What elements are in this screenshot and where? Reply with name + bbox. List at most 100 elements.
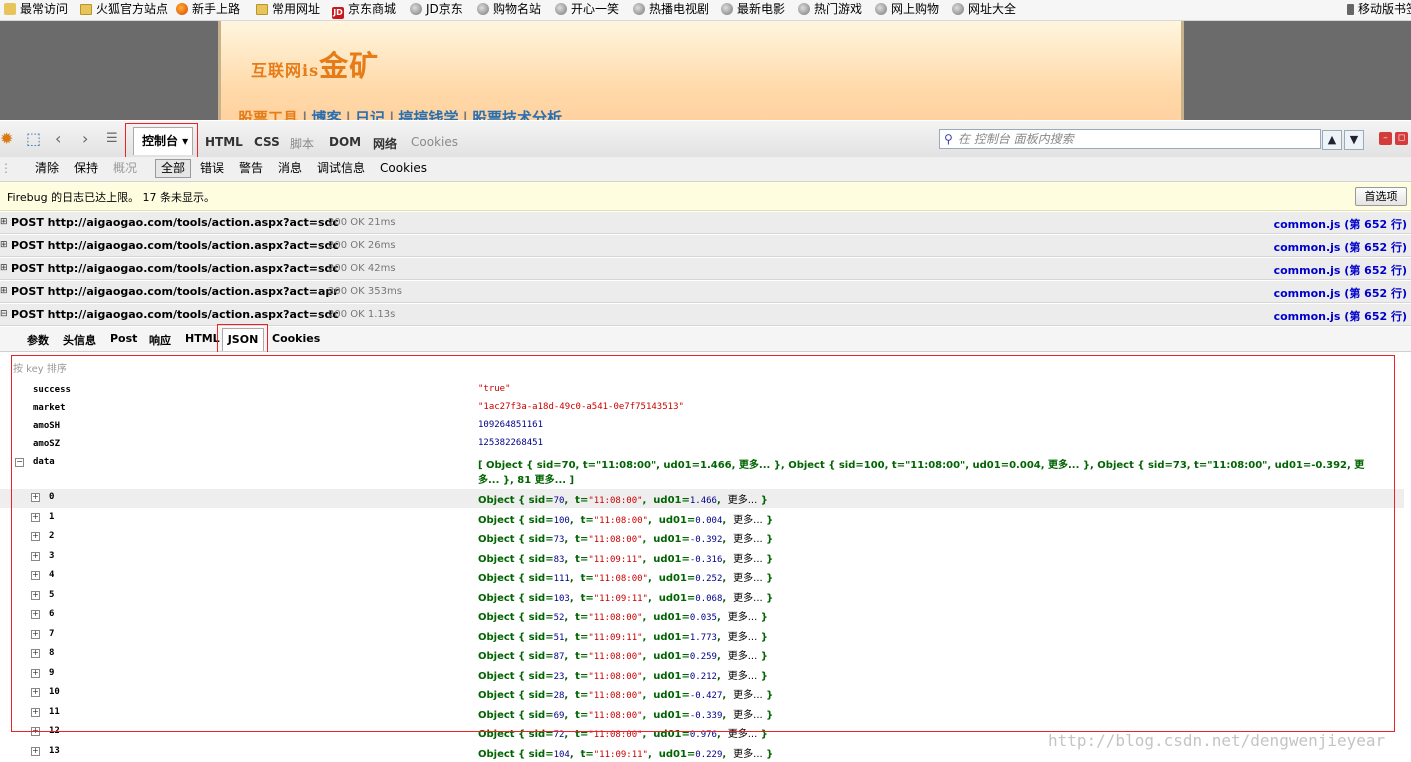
json-array-item[interactable]: +5 Object { sid=103, t="11:09:11", ud01=0… bbox=[0, 587, 1404, 606]
bookmark-tv-series[interactable]: 热播电视剧 bbox=[633, 0, 709, 20]
json-array-item[interactable]: +9 Object { sid=23, t="11:08:00", ud01=0.… bbox=[0, 665, 1404, 684]
bookmark-most-visited[interactable]: 最常访问 bbox=[4, 0, 68, 20]
data-summary-line1[interactable]: [ Object { sid=70, t="11:08:00", ud01=1.… bbox=[478, 456, 1398, 471]
json-object-summary[interactable]: Object { sid=51, t="11:09:11", ud01=1.77… bbox=[478, 628, 768, 643]
filter-cookies-button[interactable]: Cookies bbox=[380, 160, 427, 177]
request-row[interactable]: ⊞ POST http://aigaogao.com/tools/action.a… bbox=[0, 281, 1411, 303]
request-row[interactable]: ⊞ POST http://aigaogao.com/tools/action.a… bbox=[0, 212, 1411, 234]
expand-toggle-icon[interactable]: + bbox=[31, 649, 40, 658]
json-array-item[interactable]: +1 Object { sid=100, t="11:08:00", ud01=0… bbox=[0, 509, 1404, 528]
json-array-item[interactable]: +11 Object { sid=69, t="11:08:00", ud01=-… bbox=[0, 704, 1404, 723]
json-object-summary[interactable]: Object { sid=83, t="11:09:11", ud01=-0.3… bbox=[478, 550, 773, 565]
expand-toggle-icon[interactable]: + bbox=[31, 688, 40, 697]
tab-script[interactable]: 脚本 bbox=[290, 135, 314, 152]
json-array-item[interactable]: +10 Object { sid=28, t="11:08:00", ud01=-… bbox=[0, 684, 1404, 703]
json-object-summary[interactable]: Object { sid=87, t="11:08:00", ud01=0.25… bbox=[478, 647, 768, 662]
request-row[interactable]: ⊞ POST http://aigaogao.com/tools/action.a… bbox=[0, 258, 1411, 280]
source-link[interactable]: common.js (第 652 行) bbox=[1274, 262, 1407, 278]
source-link[interactable]: common.js (第 652 行) bbox=[1274, 239, 1407, 255]
expand-toggle-icon[interactable]: + bbox=[31, 610, 40, 619]
site-logo[interactable]: 互联网is金矿 bbox=[251, 43, 379, 85]
tab-response-html[interactable]: HTML bbox=[185, 332, 220, 345]
persist-button[interactable]: 保持 bbox=[74, 160, 98, 177]
bookmark-mobile[interactable]: 移动版书签 bbox=[1347, 0, 1411, 20]
collapse-icon[interactable]: ⊟ bbox=[0, 309, 8, 319]
json-object-summary[interactable]: Object { sid=104, t="11:09:11", ud01=0.2… bbox=[478, 745, 773, 760]
bookmark-site-directory[interactable]: 网址大全 bbox=[952, 0, 1016, 20]
expand-toggle-icon[interactable]: + bbox=[31, 493, 40, 502]
filter-debug-button[interactable]: 调试信息 bbox=[317, 160, 365, 177]
firebug-icon[interactable]: ✹ bbox=[0, 131, 13, 147]
expand-icon[interactable]: ⊞ bbox=[0, 286, 8, 296]
command-line-icon[interactable]: ☰ bbox=[106, 131, 118, 147]
tab-headers[interactable]: 头信息 bbox=[63, 332, 96, 348]
tab-response[interactable]: 响应 bbox=[149, 332, 171, 348]
site-nav-money[interactable]: 搞搞钱学 bbox=[399, 109, 459, 120]
json-array-item[interactable]: +0 Object { sid=70, t="11:08:00", ud01=1.… bbox=[0, 489, 1404, 508]
site-nav-diary[interactable]: 日记 bbox=[355, 109, 385, 120]
expand-toggle-icon[interactable]: + bbox=[31, 669, 40, 678]
bookmark-jokes[interactable]: 开心一笑 bbox=[555, 0, 619, 20]
json-object-summary[interactable]: Object { sid=28, t="11:08:00", ud01=-0.4… bbox=[478, 686, 773, 701]
expand-toggle-icon[interactable]: + bbox=[31, 552, 40, 561]
json-array-item[interactable]: +3 Object { sid=83, t="11:09:11", ud01=-0… bbox=[0, 548, 1404, 567]
site-nav-stock-tools[interactable]: 股票工具 bbox=[238, 109, 298, 120]
site-nav-tech-analysis[interactable]: 股票技术分析 bbox=[472, 109, 562, 120]
inspect-icon[interactable]: ⬚ bbox=[26, 131, 41, 147]
bookmark-jd-mall[interactable]: JD 京东商城 bbox=[332, 0, 396, 20]
sort-by-key-toggle[interactable]: 按 key 排序 bbox=[13, 360, 67, 375]
expand-icon[interactable]: ⊞ bbox=[0, 240, 8, 250]
expand-toggle-icon[interactable]: + bbox=[31, 571, 40, 580]
forward-icon[interactable]: › bbox=[82, 131, 88, 147]
expand-toggle-icon[interactable]: + bbox=[31, 708, 40, 717]
filter-all-button[interactable]: 全部 bbox=[155, 159, 192, 178]
tab-json[interactable]: JSON bbox=[222, 328, 264, 351]
json-object-summary[interactable]: Object { sid=69, t="11:08:00", ud01=-0.3… bbox=[478, 706, 773, 721]
expand-toggle-icon[interactable]: + bbox=[31, 513, 40, 522]
bookmark-online-shopping[interactable]: 网上购物 bbox=[875, 0, 939, 20]
tab-html[interactable]: HTML bbox=[205, 135, 243, 149]
filter-warnings-button[interactable]: 警告 bbox=[239, 160, 263, 177]
filter-info-button[interactable]: 消息 bbox=[278, 160, 302, 177]
expand-icon[interactable]: ⊞ bbox=[0, 263, 8, 273]
tab-net[interactable]: 网络 bbox=[373, 135, 397, 152]
profile-button[interactable]: 概况 bbox=[113, 160, 137, 177]
json-object-summary[interactable]: Object { sid=23, t="11:08:00", ud01=0.21… bbox=[478, 667, 768, 682]
tab-params[interactable]: 参数 bbox=[27, 332, 49, 348]
json-object-summary[interactable]: Object { sid=73, t="11:08:00", ud01=-0.3… bbox=[478, 530, 773, 545]
panel-search-input[interactable]: ⚲ 在 控制台 面板内搜索 bbox=[939, 129, 1321, 149]
clear-button[interactable]: 清除 bbox=[35, 160, 59, 177]
expand-toggle-icon[interactable]: + bbox=[31, 630, 40, 639]
json-object-summary[interactable]: Object { sid=72, t="11:08:00", ud01=0.97… bbox=[478, 725, 768, 740]
json-array-item[interactable]: +2 Object { sid=73, t="11:08:00", ud01=-0… bbox=[0, 528, 1404, 547]
bookmark-getting-started[interactable]: 新手上路 bbox=[176, 0, 240, 20]
tab-console[interactable]: 控制台 ▾ bbox=[133, 127, 193, 155]
bookmark-common-sites[interactable]: 常用网址 bbox=[256, 0, 320, 20]
minimize-icon[interactable]: – bbox=[1379, 132, 1392, 145]
json-object-summary[interactable]: Object { sid=100, t="11:08:00", ud01=0.0… bbox=[478, 511, 773, 526]
bookmark-shopping-sites[interactable]: 购物名站 bbox=[477, 0, 541, 20]
back-icon[interactable]: ‹ bbox=[55, 131, 61, 147]
filter-errors-button[interactable]: 错误 bbox=[200, 160, 224, 177]
expand-toggle-icon[interactable]: + bbox=[31, 532, 40, 541]
tab-post[interactable]: Post bbox=[110, 332, 137, 345]
expand-toggle-icon[interactable]: + bbox=[31, 747, 40, 756]
source-link[interactable]: common.js (第 652 行) bbox=[1274, 216, 1407, 232]
preferences-button[interactable]: 首选项 bbox=[1355, 187, 1407, 206]
bookmark-movies[interactable]: 最新电影 bbox=[721, 0, 785, 20]
tab-dom[interactable]: DOM bbox=[329, 135, 361, 149]
json-object-summary[interactable]: Object { sid=52, t="11:08:00", ud01=0.03… bbox=[478, 608, 768, 623]
json-object-summary[interactable]: Object { sid=111, t="11:08:00", ud01=0.2… bbox=[478, 569, 773, 584]
tab-cookies[interactable]: Cookies bbox=[411, 135, 458, 149]
json-array-item[interactable]: +6 Object { sid=52, t="11:08:00", ud01=0.… bbox=[0, 606, 1404, 625]
search-prev-button[interactable]: ▲ bbox=[1322, 130, 1342, 150]
request-row[interactable]: ⊞ POST http://aigaogao.com/tools/action.a… bbox=[0, 235, 1411, 257]
expand-toggle-icon[interactable]: + bbox=[31, 727, 40, 736]
json-array-item[interactable]: +4 Object { sid=111, t="11:08:00", ud01=0… bbox=[0, 567, 1404, 586]
json-array-item[interactable]: +7 Object { sid=51, t="11:09:11", ud01=1.… bbox=[0, 626, 1404, 645]
bookmark-games[interactable]: 热门游戏 bbox=[798, 0, 862, 20]
tab-response-cookies[interactable]: Cookies bbox=[272, 332, 320, 345]
site-nav-blog[interactable]: 博客 bbox=[312, 109, 342, 120]
json-object-summary[interactable]: Object { sid=103, t="11:09:11", ud01=0.0… bbox=[478, 589, 773, 604]
bookmark-firefox-site[interactable]: 火狐官方站点 bbox=[80, 0, 168, 20]
